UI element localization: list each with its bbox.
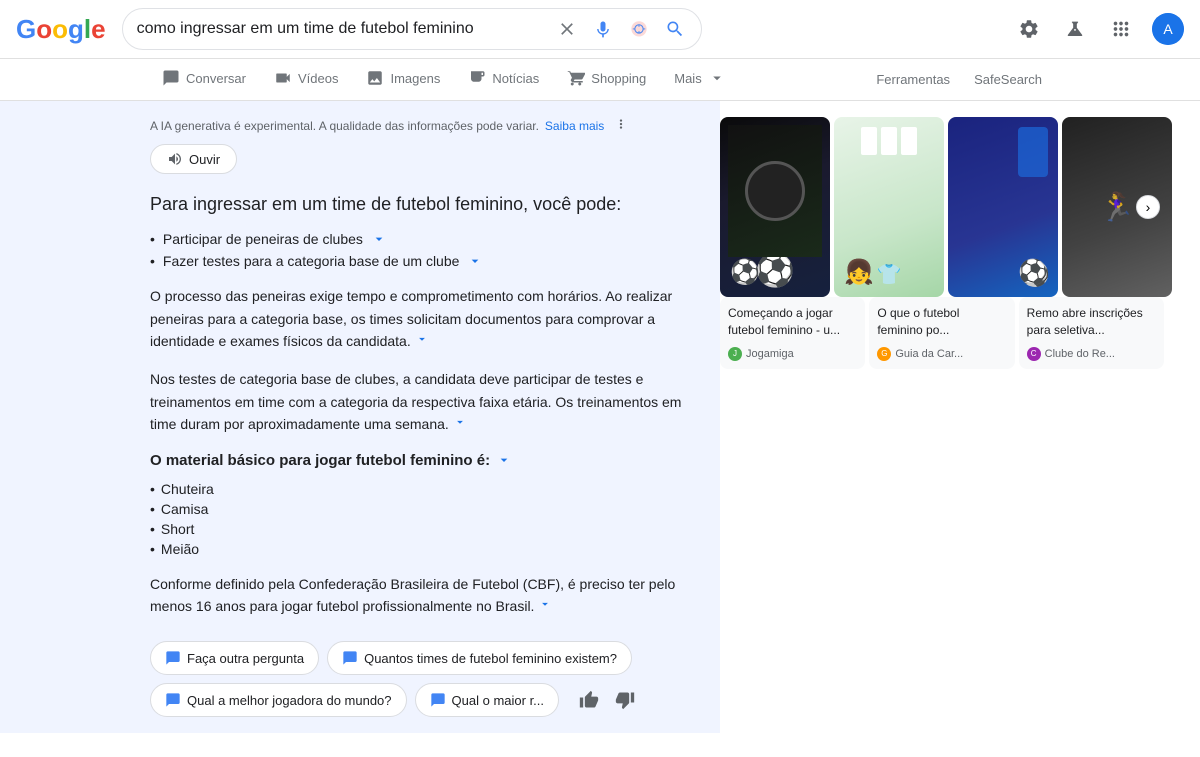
source-cards: Começando a jogar futebol feminino - u..…: [720, 297, 1164, 369]
thumbs-down-button[interactable]: [611, 686, 639, 714]
image-card-1[interactable]: ⚽: [720, 117, 830, 297]
expand-arrow-1[interactable]: [371, 231, 387, 247]
material-item-4: Meião: [150, 541, 696, 557]
material-item-2: Camisa: [150, 501, 696, 517]
source-card-3-title: Remo abre inscrições para seletiva...: [1027, 305, 1156, 339]
header-right: A: [1014, 13, 1184, 45]
material-item-3: Short: [150, 521, 696, 537]
ouvir-button[interactable]: Ouvir: [150, 144, 237, 174]
ai-main-list: • Participar de peneiras de clubes • Faz…: [150, 231, 696, 269]
image-card-3[interactable]: ⚽: [948, 117, 1058, 297]
more-options-icon[interactable]: [614, 117, 628, 134]
paragraph-1-expand[interactable]: [415, 332, 429, 346]
source-1-icon: J: [728, 347, 742, 361]
search-button[interactable]: [663, 17, 687, 41]
tab-shopping[interactable]: Shopping: [555, 59, 658, 100]
ferramentas-link[interactable]: Ferramentas: [868, 62, 958, 97]
ai-paragraph-2: Nos testes de categoria base de clubes, …: [150, 368, 696, 435]
subheading-expand[interactable]: [496, 452, 512, 468]
search-input[interactable]: [137, 20, 547, 38]
source-card-1-footer: J Jogamiga: [728, 347, 857, 361]
svg-text:A: A: [1163, 21, 1173, 37]
nav-right: Ferramentas SafeSearch: [868, 62, 1050, 97]
header: Google: [0, 0, 1200, 59]
settings-button[interactable]: [1014, 14, 1044, 44]
suggestion-chip-4[interactable]: Qual o maior r...: [415, 683, 559, 717]
suggestion-chip-2[interactable]: Quantos times de futebol feminino existe…: [327, 641, 632, 675]
main-content: A IA generativa é experimental. A qualid…: [0, 101, 1200, 733]
source-card-1[interactable]: Começando a jogar futebol feminino - u..…: [720, 297, 865, 369]
saiba-mais-link[interactable]: Saiba mais: [545, 119, 604, 133]
apps-button[interactable]: [1106, 14, 1136, 44]
suggestion-chip-3[interactable]: Qual a melhor jogadora do mundo?: [150, 683, 407, 717]
lens-search-button[interactable]: [627, 17, 651, 41]
feedback-row: [575, 686, 639, 714]
ai-subheading: O material básico para jogar futebol fem…: [150, 452, 696, 469]
expand-arrow-2[interactable]: [467, 253, 483, 269]
ai-notice: A IA generativa é experimental. A qualid…: [150, 117, 696, 134]
search-bar[interactable]: [122, 8, 702, 50]
tab-noticias[interactable]: Notícias: [456, 59, 551, 100]
list-item-1-text: Participar de peneiras de clubes: [163, 231, 363, 247]
list-item-1: • Participar de peneiras de clubes: [150, 231, 696, 247]
tab-videos[interactable]: Vídeos: [262, 59, 350, 100]
safesearch-link[interactable]: SafeSearch: [966, 62, 1050, 97]
image-row: ⚽ 👕 ⚽ 🏃‍♀️ ›: [720, 117, 1164, 297]
tab-mais[interactable]: Mais: [662, 59, 737, 100]
thumbs-up-button[interactable]: [575, 686, 603, 714]
material-item-1: Chuteira: [150, 481, 696, 497]
paragraph-2-expand[interactable]: [453, 415, 467, 429]
paragraph-3-expand[interactable]: [538, 597, 552, 611]
source-card-2[interactable]: O que o futebol feminino po... G Guia da…: [869, 297, 1014, 369]
ai-paragraph-3: Conforme definido pela Confederação Bras…: [150, 573, 696, 618]
source-card-1-title: Começando a jogar futebol feminino - u..…: [728, 305, 857, 339]
avatar[interactable]: A: [1152, 13, 1184, 45]
google-logo[interactable]: Google: [16, 14, 106, 45]
source-3-icon: C: [1027, 347, 1041, 361]
source-card-2-title: O que o futebol feminino po...: [877, 305, 1006, 339]
ai-paragraph-1: O processo das peneiras exige tempo e co…: [150, 285, 696, 352]
images-more-button[interactable]: ›: [1136, 195, 1160, 219]
clear-button[interactable]: [555, 17, 579, 41]
ai-title: Para ingressar em um time de futebol fem…: [150, 192, 696, 217]
labs-button[interactable]: [1060, 14, 1090, 44]
list-item-2-text: Fazer testes para a categoria base de um…: [163, 253, 460, 269]
ai-notice-text: A IA generativa é experimental. A qualid…: [150, 119, 539, 133]
suggestions-row: Faça outra pergunta Quantos times de fut…: [150, 641, 696, 717]
right-panel: ⚽ 👕 ⚽ 🏃‍♀️ ›: [720, 101, 1180, 733]
source-card-3-name: Clube do Re...: [1045, 348, 1115, 360]
list-item-2: • Fazer testes para a categoria base de …: [150, 253, 696, 269]
image-card-2[interactable]: 👕: [834, 117, 944, 297]
source-2-icon: G: [877, 347, 891, 361]
tab-imagens[interactable]: Imagens: [354, 59, 452, 100]
ai-material-list: Chuteira Camisa Short Meião: [150, 481, 696, 557]
source-card-2-name: Guia da Car...: [895, 348, 963, 360]
source-card-1-name: Jogamiga: [746, 348, 794, 360]
ouvir-label: Ouvir: [189, 152, 220, 167]
source-card-3[interactable]: Remo abre inscrições para seletiva... C …: [1019, 297, 1164, 369]
suggestion-chip-1[interactable]: Faça outra pergunta: [150, 641, 319, 675]
source-card-2-footer: G Guia da Car...: [877, 347, 1006, 361]
nav-tabs: Conversar Vídeos Imagens Notícias Shoppi…: [0, 59, 1200, 101]
source-card-3-footer: C Clube do Re...: [1027, 347, 1156, 361]
tab-conversar[interactable]: Conversar: [150, 59, 258, 100]
voice-search-button[interactable]: [591, 17, 615, 41]
ai-panel: A IA generativa é experimental. A qualid…: [0, 101, 720, 733]
